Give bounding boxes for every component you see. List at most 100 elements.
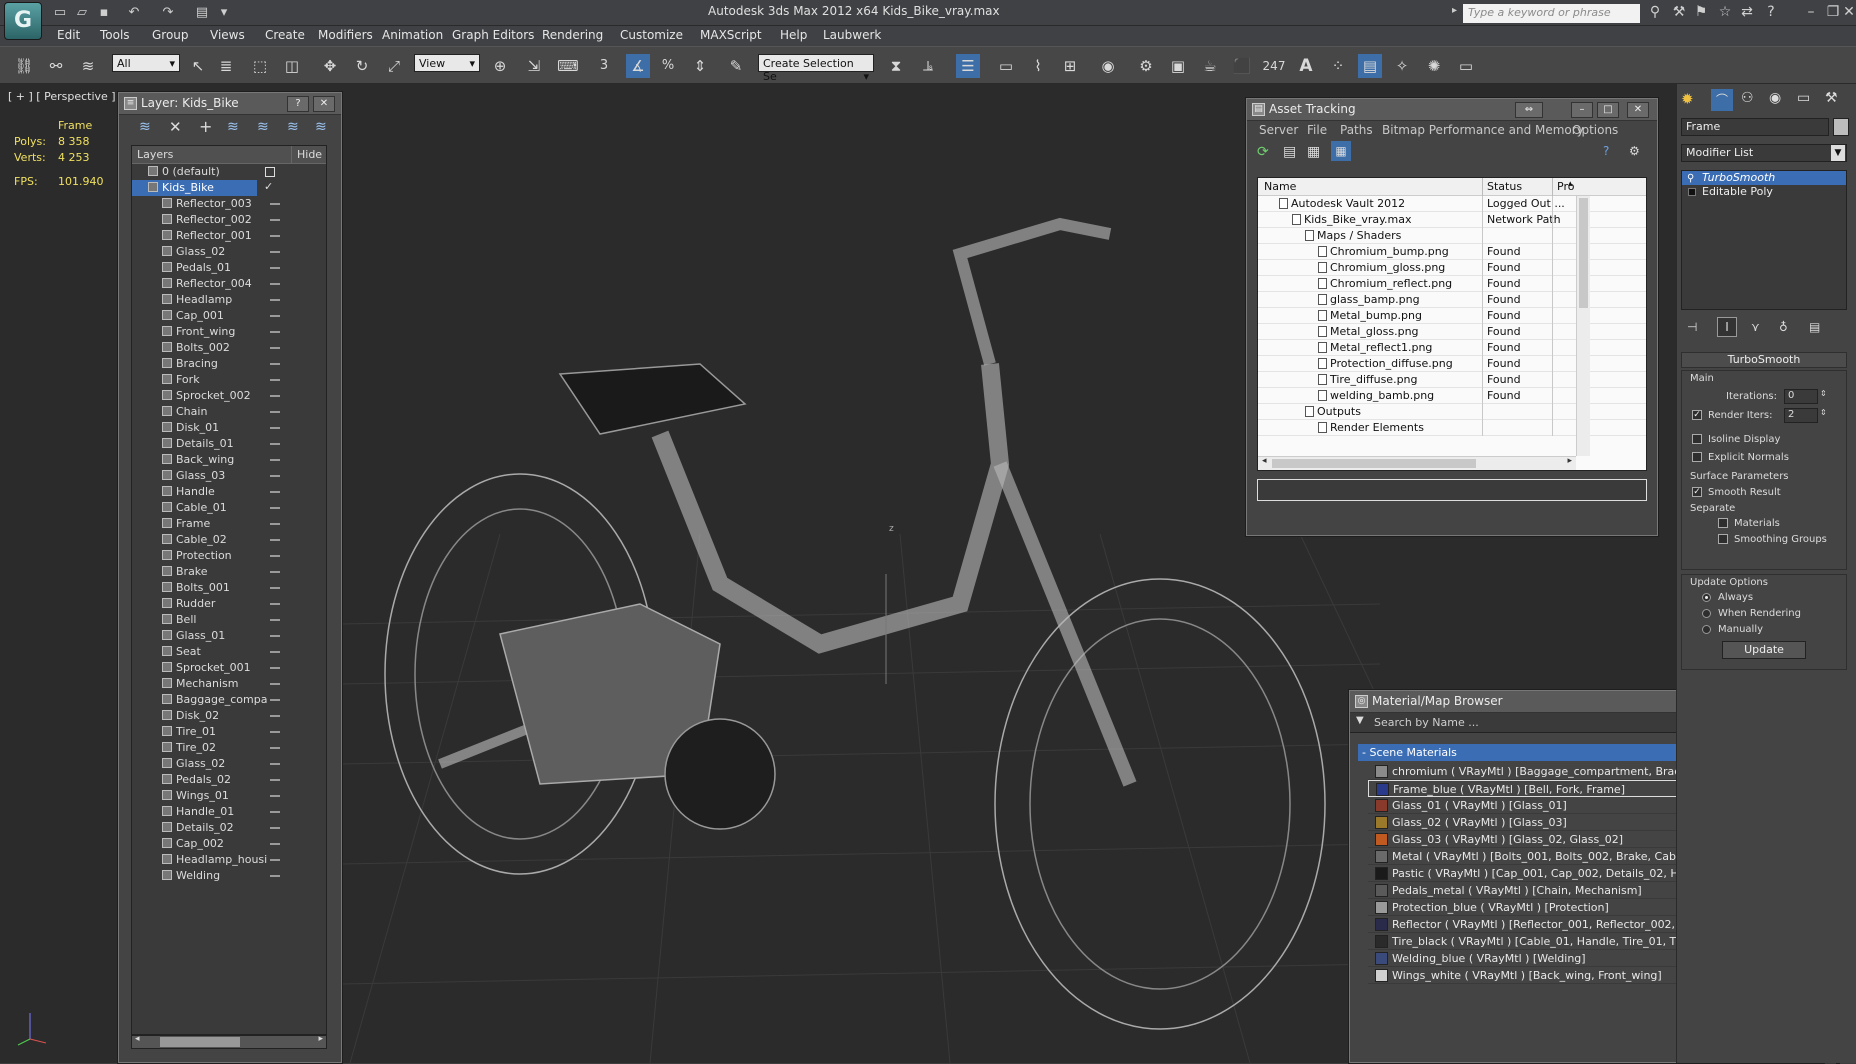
select-and-rotate-icon[interactable]: ↻ <box>350 54 374 78</box>
modify-tab-icon[interactable]: ⌒ <box>1711 89 1733 111</box>
layer-object-row[interactable]: Chain <box>132 404 326 420</box>
hide-toggle[interactable] <box>270 875 280 877</box>
angle-snap-icon[interactable]: ∡ <box>626 54 650 78</box>
layer-object-row[interactable]: Brake <box>132 564 326 580</box>
panel-icon[interactable]: ▭ <box>1454 54 1478 78</box>
layer-object-row[interactable]: Mechanism <box>132 676 326 692</box>
dock-button[interactable]: ⇔ <box>1515 102 1543 118</box>
layer-object-row[interactable]: Details_02 <box>132 820 326 836</box>
layer-object-row[interactable]: Headlamp <box>132 292 326 308</box>
create-tab-icon[interactable]: ✹ <box>1681 90 1694 108</box>
menu-maxscript[interactable]: MAXScript <box>700 28 762 42</box>
stack-item-turbosmooth[interactable]: ⚲ TurboSmooth <box>1682 171 1846 185</box>
menu-views[interactable]: Views <box>210 28 245 42</box>
select-and-link-icon[interactable]: ⛓ <box>12 54 36 78</box>
hide-toggle[interactable] <box>270 571 280 573</box>
layer-row-kids-bike[interactable]: Kids_Bike <box>132 180 257 196</box>
menu-options[interactable]: Options <box>1572 123 1618 137</box>
rendered-frame-window-icon[interactable]: ▣ <box>1166 54 1190 78</box>
layer-object-row[interactable]: Reflector_003 <box>132 196 326 212</box>
hide-toggle[interactable] <box>270 779 280 781</box>
hide-toggle[interactable] <box>270 747 280 749</box>
menu-server[interactable]: Server <box>1259 123 1298 137</box>
hide-toggle[interactable] <box>270 491 280 493</box>
col-layers[interactable]: Layers <box>132 146 292 164</box>
menu-bitmap-performance[interactable]: Bitmap Performance and Memory <box>1382 123 1584 137</box>
expand-icon[interactable] <box>1688 188 1696 196</box>
update-when-rendering-radio[interactable] <box>1702 609 1711 618</box>
percent-snap-icon[interactable]: % <box>656 54 680 78</box>
hide-toggle[interactable] <box>270 587 280 589</box>
binoculars-icon[interactable]: ⚲ <box>1644 3 1666 22</box>
graphite-ribbon-icon[interactable]: ▭ <box>994 54 1018 78</box>
hide-toggle[interactable] <box>270 683 280 685</box>
close-button[interactable]: ✕ <box>313 96 335 112</box>
scroll-left-icon[interactable]: ◂ <box>1262 456 1267 466</box>
hide-toggle[interactable] <box>270 411 280 413</box>
named-selection-set-dropdown[interactable]: Create Selection Se ▾ <box>758 54 874 83</box>
thumbnail-view-icon[interactable]: ▦ <box>1307 144 1320 160</box>
menu-customize[interactable]: Customize <box>620 28 683 42</box>
hide-toggle[interactable] <box>270 459 280 461</box>
hide-toggle[interactable] <box>270 619 280 621</box>
scroll-up-icon[interactable]: ▴ <box>1568 179 1573 189</box>
help-icon[interactable]: ? <box>1603 144 1609 158</box>
exchange-icon[interactable]: ⇄ <box>1736 3 1758 22</box>
layer-object-row[interactable]: Glass_02 <box>132 756 326 772</box>
show-end-result-icon[interactable]: I <box>1717 317 1737 337</box>
layer-object-row[interactable]: Welding <box>132 868 326 884</box>
application-menu-button[interactable]: G <box>4 2 42 40</box>
hide-toggle[interactable] <box>270 763 280 765</box>
layer-object-row[interactable]: Handle_01 <box>132 804 326 820</box>
layer-object-row[interactable]: Sprocket_001 <box>132 660 326 676</box>
hide-toggle[interactable] <box>270 251 280 253</box>
layer-object-row[interactable]: Protection <box>132 548 326 564</box>
hide-toggle[interactable] <box>270 859 280 861</box>
select-and-scale-icon[interactable]: ⤢ <box>382 54 406 78</box>
scroll-thumb[interactable] <box>160 1037 240 1047</box>
dots-icon[interactable]: ⁘ <box>1326 54 1350 78</box>
render-production-icon[interactable]: ☕ <box>1198 54 1222 78</box>
hide-toggle[interactable] <box>270 363 280 365</box>
reference-coordinate-dropdown[interactable]: View ▾ <box>414 54 480 72</box>
material-editor-icon[interactable]: ◉ <box>1096 54 1120 78</box>
menu-paths[interactable]: Paths <box>1340 123 1373 137</box>
layer-object-row[interactable]: Seat <box>132 644 326 660</box>
hierarchy-tab-icon[interactable]: ⚇ <box>1741 90 1754 106</box>
layer-row-default[interactable]: 0 (default) <box>132 164 326 180</box>
favorites-icon[interactable]: ☆ <box>1714 3 1736 22</box>
layer-object-row[interactable]: Tire_01 <box>132 724 326 740</box>
layer-object-row[interactable]: Cap_002 <box>132 836 326 852</box>
col-name[interactable]: Name <box>1264 180 1296 193</box>
material-search-input[interactable]: Search by Name ... <box>1374 716 1479 729</box>
hide-toggle[interactable] <box>270 603 280 605</box>
select-by-name-icon[interactable]: ≣ <box>214 54 238 78</box>
settings-icon[interactable]: ⚙ <box>1629 144 1640 158</box>
hide-toggle[interactable] <box>270 315 280 317</box>
layer-object-row[interactable]: Bracing <box>132 356 326 372</box>
help-button[interactable]: ? <box>287 96 309 112</box>
window-crossing-icon[interactable]: ◫ <box>280 54 304 78</box>
menu-group[interactable]: Group <box>152 28 189 42</box>
hide-toggle[interactable] <box>270 331 280 333</box>
layer-object-row[interactable]: Handle <box>132 484 326 500</box>
render-iters-checkbox[interactable]: ✓ <box>1692 410 1702 420</box>
table-view-icon[interactable]: ▦ <box>1331 141 1351 161</box>
modifier-list-dropdown[interactable]: Modifier List ▼ <box>1681 144 1847 162</box>
layer-object-row[interactable]: Reflector_002 <box>132 212 326 228</box>
layer-object-row[interactable]: Sprocket_002 <box>132 388 326 404</box>
stack-item-editable-poly[interactable]: Editable Poly <box>1682 185 1846 199</box>
hide-toggle[interactable] <box>270 827 280 829</box>
create-layer-icon[interactable]: ≋ <box>139 119 151 135</box>
hide-toggle[interactable] <box>270 635 280 637</box>
scroll-thumb[interactable] <box>1272 459 1476 468</box>
hide-toggle[interactable] <box>270 443 280 445</box>
col-pro[interactable]: Pro <box>1552 178 1578 196</box>
layer-panel-titlebar[interactable]: ≡ Layer: Kids_Bike ? ✕ <box>119 93 341 115</box>
hide-toggle[interactable] <box>270 555 280 557</box>
utilities-tab-icon[interactable]: ⚒ <box>1825 90 1838 106</box>
light-icon[interactable]: ✧ <box>1390 54 1414 78</box>
hide-toggle[interactable] <box>270 715 280 717</box>
lightbulb-icon[interactable]: ⚲ <box>1687 172 1694 186</box>
text-tool-icon[interactable]: A <box>1294 54 1318 78</box>
